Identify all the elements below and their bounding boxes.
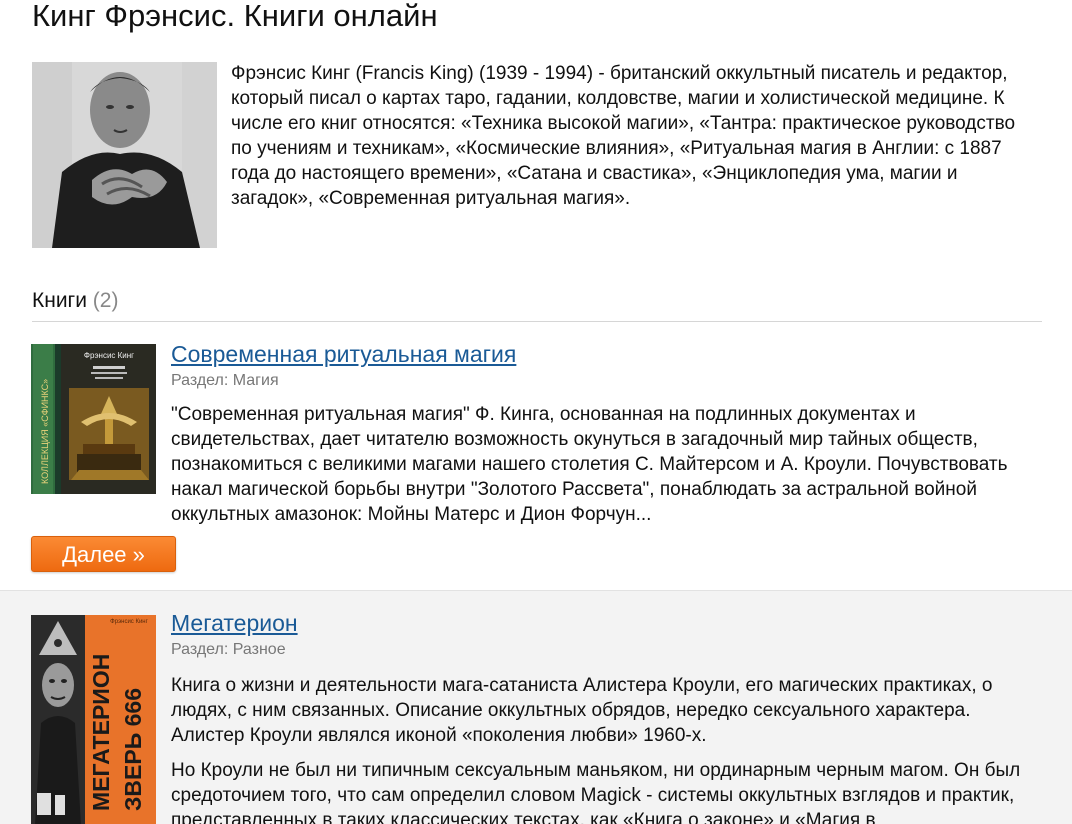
book-item: КОЛЛЕКЦИЯ «СФИНКС» Фрэнсис Кинг Современ… — [0, 322, 1072, 590]
books-heading-label: Книги — [32, 289, 87, 312]
author-photo — [32, 62, 217, 248]
book-description-paragraph: "Современная ритуальная магия" Ф. Кинга,… — [171, 404, 1008, 525]
book-description-paragraph: Но Кроули не был ни типичным сексуальным… — [171, 760, 1021, 824]
books-heading: Книги (2) — [32, 288, 118, 314]
book-title-link[interactable]: Мегатерион — [171, 609, 298, 637]
page-title: Кинг Фрэнсис. Книги онлайн — [32, 0, 438, 33]
book-section: Раздел: Магия — [171, 372, 279, 389]
book-description-paragraph: Книга о жизни и деятельности мага-сатани… — [171, 675, 993, 746]
book-cover-image: КОЛЛЕКЦИЯ «СФИНКС» Фрэнсис Кинг — [31, 344, 156, 494]
cover-subtitle-text: ЗВЕРЬ 666 — [120, 688, 146, 811]
cover-series-text: КОЛЛЕКЦИЯ «СФИНКС» — [40, 379, 50, 484]
book-cover[interactable]: КОЛЛЕКЦИЯ «СФИНКС» Фрэнсис Кинг — [31, 344, 156, 494]
book-section: Раздел: Разное — [171, 641, 286, 658]
read-more-button[interactable]: Далее » — [31, 536, 176, 572]
book-item: Фрэнсис Кинг МЕГАТЕРИОН ЗВЕРЬ 666 Мегате… — [0, 590, 1072, 824]
author-bio: Фрэнсис Кинг (Francis King) (1939 - 1994… — [231, 63, 1016, 209]
book-title-link[interactable]: Современная ритуальная магия — [171, 340, 516, 368]
book-description: Книга о жизни и деятельности мага-сатани… — [171, 673, 1041, 824]
books-count: (2) — [92, 289, 119, 312]
book-cover-image: Фрэнсис Кинг МЕГАТЕРИОН ЗВЕРЬ 666 — [31, 615, 156, 824]
cover-author-small: Фрэнсис Кинг — [110, 619, 148, 625]
page: Кинг Фрэнсис. Книги онлайн Фрэнсис Кинг … — [0, 0, 1072, 824]
book-cover[interactable]: Фрэнсис Кинг МЕГАТЕРИОН ЗВЕРЬ 666 — [31, 615, 156, 824]
cover-author-text: Фрэнсис Кинг — [84, 351, 134, 360]
author-portrait-image — [32, 62, 217, 248]
cover-title-text: МЕГАТЕРИОН — [88, 654, 114, 811]
book-description: "Современная ритуальная магия" Ф. Кинга,… — [171, 402, 1041, 537]
